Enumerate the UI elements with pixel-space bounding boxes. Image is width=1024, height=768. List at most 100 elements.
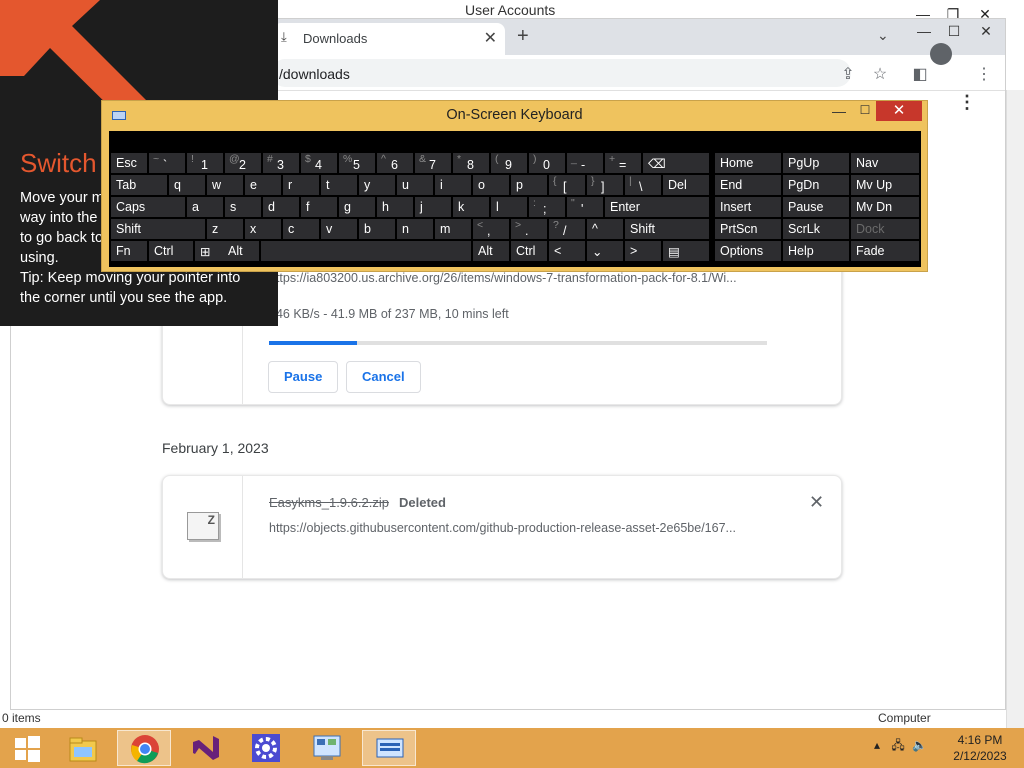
key[interactable]: d	[263, 197, 299, 217]
key[interactable]: ! 1	[187, 153, 223, 173]
bookmark-star-icon[interactable]: ☆	[869, 64, 891, 84]
osk-maximize-button[interactable]: ☐	[856, 103, 874, 117]
key[interactable]: Ctrl	[511, 241, 547, 261]
taskbar-settings[interactable]	[239, 730, 293, 766]
key[interactable]: m	[435, 219, 471, 239]
key[interactable]: p	[511, 175, 547, 195]
chrome-menu-icon[interactable]: ⋮	[973, 64, 995, 84]
taskbar-visual-studio[interactable]	[178, 730, 232, 766]
download-url[interactable]: https://ia803200.us.archive.org/26/items…	[269, 271, 737, 285]
share-icon[interactable]: ⇪	[837, 64, 859, 84]
nav-key[interactable]: PrtScn	[715, 219, 781, 239]
key[interactable]: + =	[605, 153, 641, 173]
key[interactable]: {[	[549, 175, 585, 195]
key[interactable]: l	[491, 197, 527, 217]
key[interactable]: s	[225, 197, 261, 217]
download-url[interactable]: https://objects.githubusercontent.com/gi…	[269, 521, 736, 535]
key[interactable]: q	[169, 175, 205, 195]
key[interactable]: $4	[301, 153, 337, 173]
key[interactable]: ^	[587, 219, 623, 239]
nav-key[interactable]: Fade	[851, 241, 919, 261]
new-tab-icon[interactable]: +	[517, 25, 529, 48]
taskbar-file-explorer[interactable]	[56, 730, 110, 766]
key[interactable]: b	[359, 219, 395, 239]
nav-key[interactable]: ScrLk	[783, 219, 849, 239]
key[interactable]: y	[359, 175, 395, 195]
cancel-button[interactable]: Cancel	[346, 361, 421, 393]
nav-key[interactable]: Nav	[851, 153, 919, 173]
key[interactable]: n	[397, 219, 433, 239]
nav-key[interactable]: Insert	[715, 197, 781, 217]
key[interactable]: <,	[473, 219, 509, 239]
key[interactable]: Esc	[111, 153, 147, 173]
vertical-scrollbar[interactable]	[1006, 90, 1024, 728]
key[interactable]: j	[415, 197, 451, 217]
key[interactable]: Tab	[111, 175, 167, 195]
key[interactable]: ~ `	[149, 153, 185, 173]
key[interactable]: c	[283, 219, 319, 239]
key[interactable]: ▤	[663, 241, 709, 261]
key[interactable]: " '	[567, 197, 603, 217]
key[interactable]: Ctrl	[149, 241, 193, 261]
key[interactable]: o	[473, 175, 509, 195]
pause-button[interactable]: Pause	[268, 361, 339, 393]
osk-minimize-button[interactable]: —	[830, 103, 848, 119]
tab-downloads[interactable]: ⤓ Downloads ✕	[273, 23, 505, 55]
nav-key[interactable]: Dock	[851, 219, 919, 239]
key[interactable]: r	[283, 175, 319, 195]
key[interactable]: <	[549, 241, 585, 261]
key[interactable]: Alt	[223, 241, 259, 261]
minimize-icon[interactable]: —	[909, 23, 939, 39]
taskbar-on-screen-keyboard[interactable]	[362, 730, 416, 766]
network-icon[interactable]: 🖧	[891, 738, 904, 752]
key[interactable]: Alt	[473, 241, 509, 261]
tab-close-icon[interactable]: ✕	[484, 28, 497, 48]
volume-icon[interactable]: 🔈	[912, 738, 927, 752]
key[interactable]: Caps	[111, 197, 185, 217]
tab-search-icon[interactable]: ⌄	[877, 27, 889, 44]
key[interactable]: x	[245, 219, 281, 239]
maximize-icon[interactable]: ☐	[939, 23, 969, 40]
key[interactable]	[261, 241, 471, 261]
key[interactable]: (9	[491, 153, 527, 173]
key[interactable]: ⌄	[587, 241, 623, 261]
key[interactable]: w	[207, 175, 243, 195]
nav-key[interactable]: PgUp	[783, 153, 849, 173]
key[interactable]: Enter	[605, 197, 709, 217]
key[interactable]: #3	[263, 153, 299, 173]
key[interactable]: a	[187, 197, 223, 217]
key[interactable]: Shift	[625, 219, 709, 239]
key[interactable]: e	[245, 175, 281, 195]
key[interactable]: _ -	[567, 153, 603, 173]
key[interactable]: ) 0	[529, 153, 565, 173]
show-hidden-icons-icon[interactable]: ▴	[874, 738, 880, 752]
key[interactable]: & 7	[415, 153, 451, 173]
nav-key[interactable]: Mv Up	[851, 175, 919, 195]
key[interactable]: @2	[225, 153, 261, 173]
key[interactable]: Shift	[111, 219, 205, 239]
key[interactable]: % 5	[339, 153, 375, 173]
key[interactable]: i	[435, 175, 471, 195]
nav-key[interactable]: Help	[783, 241, 849, 261]
clock[interactable]: 4:16 PM 2/12/2023	[944, 732, 1016, 764]
osk-close-button[interactable]: ✕	[876, 101, 922, 121]
key[interactable]: ^ 6	[377, 153, 413, 173]
taskbar-chrome[interactable]	[117, 730, 171, 766]
key[interactable]: :;	[529, 197, 565, 217]
key[interactable]: k	[453, 197, 489, 217]
key[interactable]: h	[377, 197, 413, 217]
profile-avatar-icon[interactable]	[930, 43, 952, 65]
key[interactable]: z	[207, 219, 243, 239]
remove-from-list-icon[interactable]: ✕	[809, 492, 824, 513]
more-actions-icon[interactable]: ⋮	[958, 92, 976, 113]
nav-key[interactable]: Options	[715, 241, 781, 261]
address-bar[interactable]: /downloads	[271, 59, 851, 87]
nav-key[interactable]: PgDn	[783, 175, 849, 195]
key[interactable]: t	[321, 175, 357, 195]
taskbar-control-panel[interactable]	[300, 730, 354, 766]
close-window-icon[interactable]: ✕	[971, 23, 1001, 40]
key[interactable]: ⌫	[643, 153, 709, 173]
nav-key[interactable]: Mv Dn	[851, 197, 919, 217]
key[interactable]: >.	[511, 219, 547, 239]
key[interactable]: >	[625, 241, 661, 261]
